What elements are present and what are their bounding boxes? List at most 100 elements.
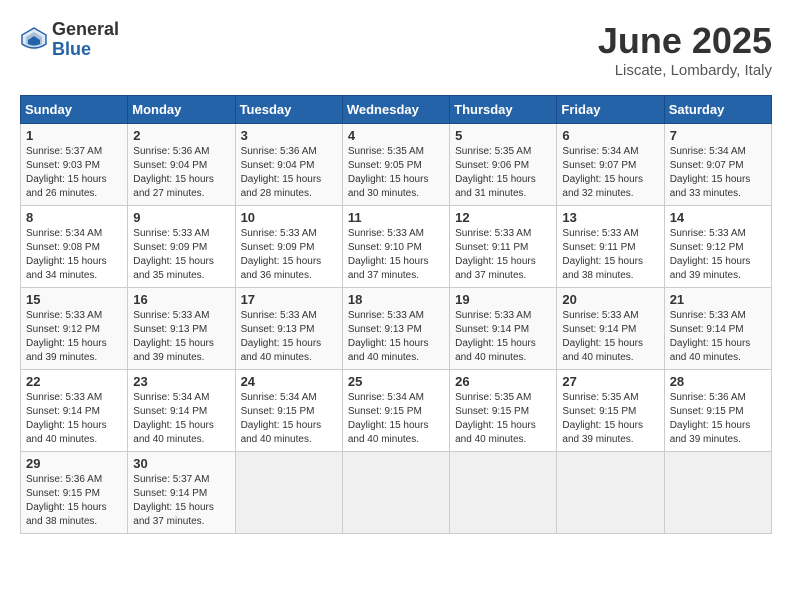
day-info: Sunrise: 5:34 AMSunset: 9:14 PMDaylight:…	[133, 392, 214, 445]
calendar-day-cell: 10 Sunrise: 5:33 AMSunset: 9:09 PMDayligh…	[235, 206, 342, 288]
day-number: 19	[455, 292, 551, 307]
calendar-day-cell: 27 Sunrise: 5:35 AMSunset: 9:15 PMDayligh…	[557, 370, 664, 452]
day-number: 7	[670, 128, 766, 143]
calendar-day-cell: 21Sunrise: 5:33 AMSunset: 9:14 PMDayligh…	[664, 288, 771, 370]
logo-icon	[20, 26, 48, 54]
day-info: Sunrise: 5:34 AMSunset: 9:08 PMDaylight:…	[26, 228, 107, 281]
day-number: 26	[455, 374, 551, 389]
weekday-header-row: SundayMondayTuesdayWednesdayThursdayFrid…	[21, 96, 772, 124]
calendar-day-cell: 23 Sunrise: 5:34 AMSunset: 9:14 PMDayligh…	[128, 370, 235, 452]
day-number: 9	[133, 210, 229, 225]
calendar-day-cell: 4 Sunrise: 5:35 AMSunset: 9:05 PMDaylight…	[342, 124, 449, 206]
day-info: Sunrise: 5:33 AMSunset: 9:14 PMDaylight:…	[26, 392, 107, 445]
calendar-day-cell	[342, 452, 449, 534]
day-number: 22	[26, 374, 122, 389]
calendar-day-cell: 7 Sunrise: 5:34 AMSunset: 9:07 PMDaylight…	[664, 124, 771, 206]
day-number: 12	[455, 210, 551, 225]
calendar-day-cell	[235, 452, 342, 534]
location: Liscate, Lombardy, Italy	[598, 62, 772, 79]
day-number: 20	[562, 292, 658, 307]
weekday-header-friday: Friday	[557, 96, 664, 124]
day-number: 13	[562, 210, 658, 225]
calendar-day-cell: 30Sunrise: 5:37 AMSunset: 9:14 PMDayligh…	[128, 452, 235, 534]
weekday-header-sunday: Sunday	[21, 96, 128, 124]
calendar-week-row: 22 Sunrise: 5:33 AMSunset: 9:14 PMDayligh…	[21, 370, 772, 452]
day-info: Sunrise: 5:33 AMSunset: 9:10 PMDaylight:…	[348, 228, 429, 281]
calendar-day-cell: 29 Sunrise: 5:36 AMSunset: 9:15 PMDayligh…	[21, 452, 128, 534]
day-info: Sunrise: 5:33 AMSunset: 9:14 PMDaylight:…	[455, 310, 536, 363]
day-info: Sunrise: 5:33 AMSunset: 9:11 PMDaylight:…	[562, 228, 643, 281]
day-info: Sunrise: 5:33 AMSunset: 9:09 PMDaylight:…	[241, 228, 322, 281]
calendar-day-cell: 15Sunrise: 5:33 AMSunset: 9:12 PMDayligh…	[21, 288, 128, 370]
calendar-week-row: 8 Sunrise: 5:34 AMSunset: 9:08 PMDaylight…	[21, 206, 772, 288]
month-title: June 2025	[598, 20, 772, 62]
day-info: Sunrise: 5:35 AMSunset: 9:06 PMDaylight:…	[455, 146, 536, 199]
day-info: Sunrise: 5:34 AMSunset: 9:07 PMDaylight:…	[670, 146, 751, 199]
day-info: Sunrise: 5:34 AMSunset: 9:15 PMDaylight:…	[348, 392, 429, 445]
day-number: 29	[26, 456, 122, 471]
calendar-day-cell	[557, 452, 664, 534]
day-number: 10	[241, 210, 337, 225]
weekday-header-wednesday: Wednesday	[342, 96, 449, 124]
calendar-day-cell: 14Sunrise: 5:33 AMSunset: 9:12 PMDayligh…	[664, 206, 771, 288]
day-number: 24	[241, 374, 337, 389]
day-info: Sunrise: 5:35 AMSunset: 9:15 PMDaylight:…	[562, 392, 643, 445]
day-number: 5	[455, 128, 551, 143]
day-number: 30	[133, 456, 229, 471]
calendar-day-cell: 2 Sunrise: 5:36 AMSunset: 9:04 PMDaylight…	[128, 124, 235, 206]
day-number: 11	[348, 210, 444, 225]
day-number: 21	[670, 292, 766, 307]
calendar-week-row: 15Sunrise: 5:33 AMSunset: 9:12 PMDayligh…	[21, 288, 772, 370]
day-info: Sunrise: 5:36 AMSunset: 9:15 PMDaylight:…	[26, 474, 107, 527]
day-info: Sunrise: 5:35 AMSunset: 9:05 PMDaylight:…	[348, 146, 429, 199]
day-number: 2	[133, 128, 229, 143]
day-number: 27	[562, 374, 658, 389]
calendar-day-cell	[664, 452, 771, 534]
calendar-day-cell: 22 Sunrise: 5:33 AMSunset: 9:14 PMDayligh…	[21, 370, 128, 452]
day-info: Sunrise: 5:33 AMSunset: 9:13 PMDaylight:…	[241, 310, 322, 363]
calendar-day-cell	[450, 452, 557, 534]
calendar-day-cell: 6 Sunrise: 5:34 AMSunset: 9:07 PMDaylight…	[557, 124, 664, 206]
calendar-day-cell: 24 Sunrise: 5:34 AMSunset: 9:15 PMDayligh…	[235, 370, 342, 452]
day-number: 23	[133, 374, 229, 389]
title-section: June 2025 Liscate, Lombardy, Italy	[598, 20, 772, 79]
logo: General Blue	[20, 20, 119, 60]
calendar-day-cell: 18 Sunrise: 5:33 AMSunset: 9:13 PMDayligh…	[342, 288, 449, 370]
calendar-day-cell: 3Sunrise: 5:36 AMSunset: 9:04 PMDaylight…	[235, 124, 342, 206]
logo-blue: Blue	[52, 40, 119, 60]
calendar-day-cell: 16Sunrise: 5:33 AMSunset: 9:13 PMDayligh…	[128, 288, 235, 370]
calendar-day-cell: 25Sunrise: 5:34 AMSunset: 9:15 PMDayligh…	[342, 370, 449, 452]
day-number: 8	[26, 210, 122, 225]
calendar-day-cell: 20 Sunrise: 5:33 AMSunset: 9:14 PMDayligh…	[557, 288, 664, 370]
day-info: Sunrise: 5:37 AMSunset: 9:03 PMDaylight:…	[26, 146, 107, 199]
calendar-day-cell: 11 Sunrise: 5:33 AMSunset: 9:10 PMDayligh…	[342, 206, 449, 288]
calendar-day-cell: 12Sunrise: 5:33 AMSunset: 9:11 PMDayligh…	[450, 206, 557, 288]
day-number: 1	[26, 128, 122, 143]
calendar-day-cell: 17Sunrise: 5:33 AMSunset: 9:13 PMDayligh…	[235, 288, 342, 370]
day-number: 4	[348, 128, 444, 143]
calendar-table: SundayMondayTuesdayWednesdayThursdayFrid…	[20, 95, 772, 534]
calendar-week-row: 29 Sunrise: 5:36 AMSunset: 9:15 PMDayligh…	[21, 452, 772, 534]
day-info: Sunrise: 5:33 AMSunset: 9:14 PMDaylight:…	[562, 310, 643, 363]
calendar-day-cell: 13 Sunrise: 5:33 AMSunset: 9:11 PMDayligh…	[557, 206, 664, 288]
day-info: Sunrise: 5:34 AMSunset: 9:15 PMDaylight:…	[241, 392, 322, 445]
day-number: 6	[562, 128, 658, 143]
calendar-day-cell: 28Sunrise: 5:36 AMSunset: 9:15 PMDayligh…	[664, 370, 771, 452]
calendar-day-cell: 8 Sunrise: 5:34 AMSunset: 9:08 PMDaylight…	[21, 206, 128, 288]
day-info: Sunrise: 5:36 AMSunset: 9:04 PMDaylight:…	[133, 146, 214, 199]
day-info: Sunrise: 5:33 AMSunset: 9:09 PMDaylight:…	[133, 228, 214, 281]
day-info: Sunrise: 5:33 AMSunset: 9:13 PMDaylight:…	[348, 310, 429, 363]
day-info: Sunrise: 5:33 AMSunset: 9:12 PMDaylight:…	[670, 228, 751, 281]
calendar-day-cell: 26Sunrise: 5:35 AMSunset: 9:15 PMDayligh…	[450, 370, 557, 452]
calendar-week-row: 1 Sunrise: 5:37 AMSunset: 9:03 PMDaylight…	[21, 124, 772, 206]
weekday-header-monday: Monday	[128, 96, 235, 124]
weekday-header-saturday: Saturday	[664, 96, 771, 124]
calendar-day-cell: 5 Sunrise: 5:35 AMSunset: 9:06 PMDaylight…	[450, 124, 557, 206]
day-number: 16	[133, 292, 229, 307]
calendar-day-cell: 1 Sunrise: 5:37 AMSunset: 9:03 PMDaylight…	[21, 124, 128, 206]
day-number: 15	[26, 292, 122, 307]
day-info: Sunrise: 5:34 AMSunset: 9:07 PMDaylight:…	[562, 146, 643, 199]
logo-text: General Blue	[52, 20, 119, 60]
day-number: 18	[348, 292, 444, 307]
calendar-day-cell: 9 Sunrise: 5:33 AMSunset: 9:09 PMDaylight…	[128, 206, 235, 288]
